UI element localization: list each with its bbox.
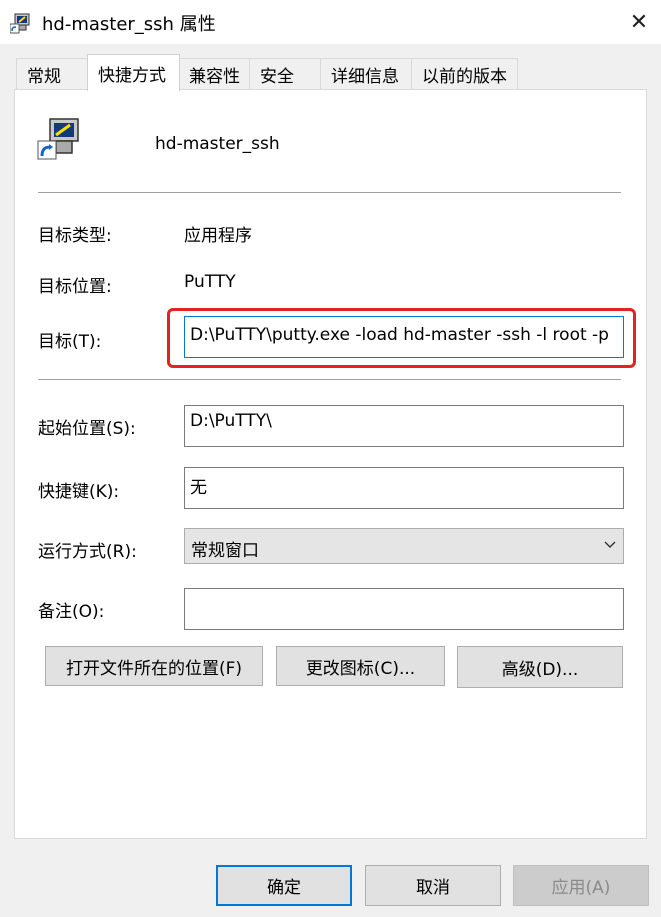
target-label: 目标(T): — [38, 332, 102, 352]
window-title: hd-master_ssh 属性 — [42, 14, 216, 35]
target-location-value: PuTTY — [184, 272, 236, 292]
shortcut-key-input[interactable]: 无 — [184, 467, 624, 509]
tab-general[interactable]: 常规 — [16, 58, 89, 90]
putty-shortcut-icon — [37, 118, 79, 160]
advanced-button[interactable]: 高级(D)... — [457, 646, 623, 688]
close-icon[interactable]: ✕ — [622, 4, 656, 40]
run-select-value: 常规窗口 — [191, 541, 259, 561]
cancel-button[interactable]: 取消 — [365, 865, 501, 906]
start-in-label: 起始位置(S): — [38, 419, 136, 439]
target-type-label: 目标类型: — [38, 226, 112, 246]
separator — [38, 192, 621, 193]
tab-shortcut[interactable]: 快捷方式 — [87, 54, 180, 91]
shortcut-name: hd-master_ssh — [155, 134, 280, 154]
shortcut-key-label: 快捷键(K): — [38, 482, 120, 502]
target-location-label: 目标位置: — [38, 277, 112, 297]
comment-label: 备注(O): — [38, 602, 105, 622]
separator — [38, 379, 621, 380]
start-in-input[interactable]: D:\PuTTY\ — [184, 405, 624, 447]
chevron-down-icon — [604, 541, 616, 548]
ok-button[interactable]: 确定 — [216, 865, 352, 906]
target-type-value: 应用程序 — [184, 226, 252, 246]
putty-icon — [10, 13, 30, 34]
tab-compatibility[interactable]: 兼容性 — [178, 58, 251, 90]
tab-previous-versions[interactable]: 以前的版本 — [411, 58, 518, 90]
target-input[interactable]: D:\PuTTY\putty.exe -load hd-master -ssh … — [184, 316, 624, 358]
apply-button[interactable]: 应用(A) — [513, 865, 649, 906]
shortcut-panel — [14, 89, 647, 839]
open-file-location-button[interactable]: 打开文件所在的位置(F) — [45, 646, 263, 686]
tab-details[interactable]: 详细信息 — [320, 58, 413, 90]
run-label: 运行方式(R): — [38, 542, 137, 562]
tab-security[interactable]: 安全 — [249, 58, 322, 90]
comment-input[interactable] — [184, 588, 624, 630]
change-icon-button[interactable]: 更改图标(C)... — [276, 646, 445, 686]
run-select[interactable]: 常规窗口 — [184, 528, 624, 564]
